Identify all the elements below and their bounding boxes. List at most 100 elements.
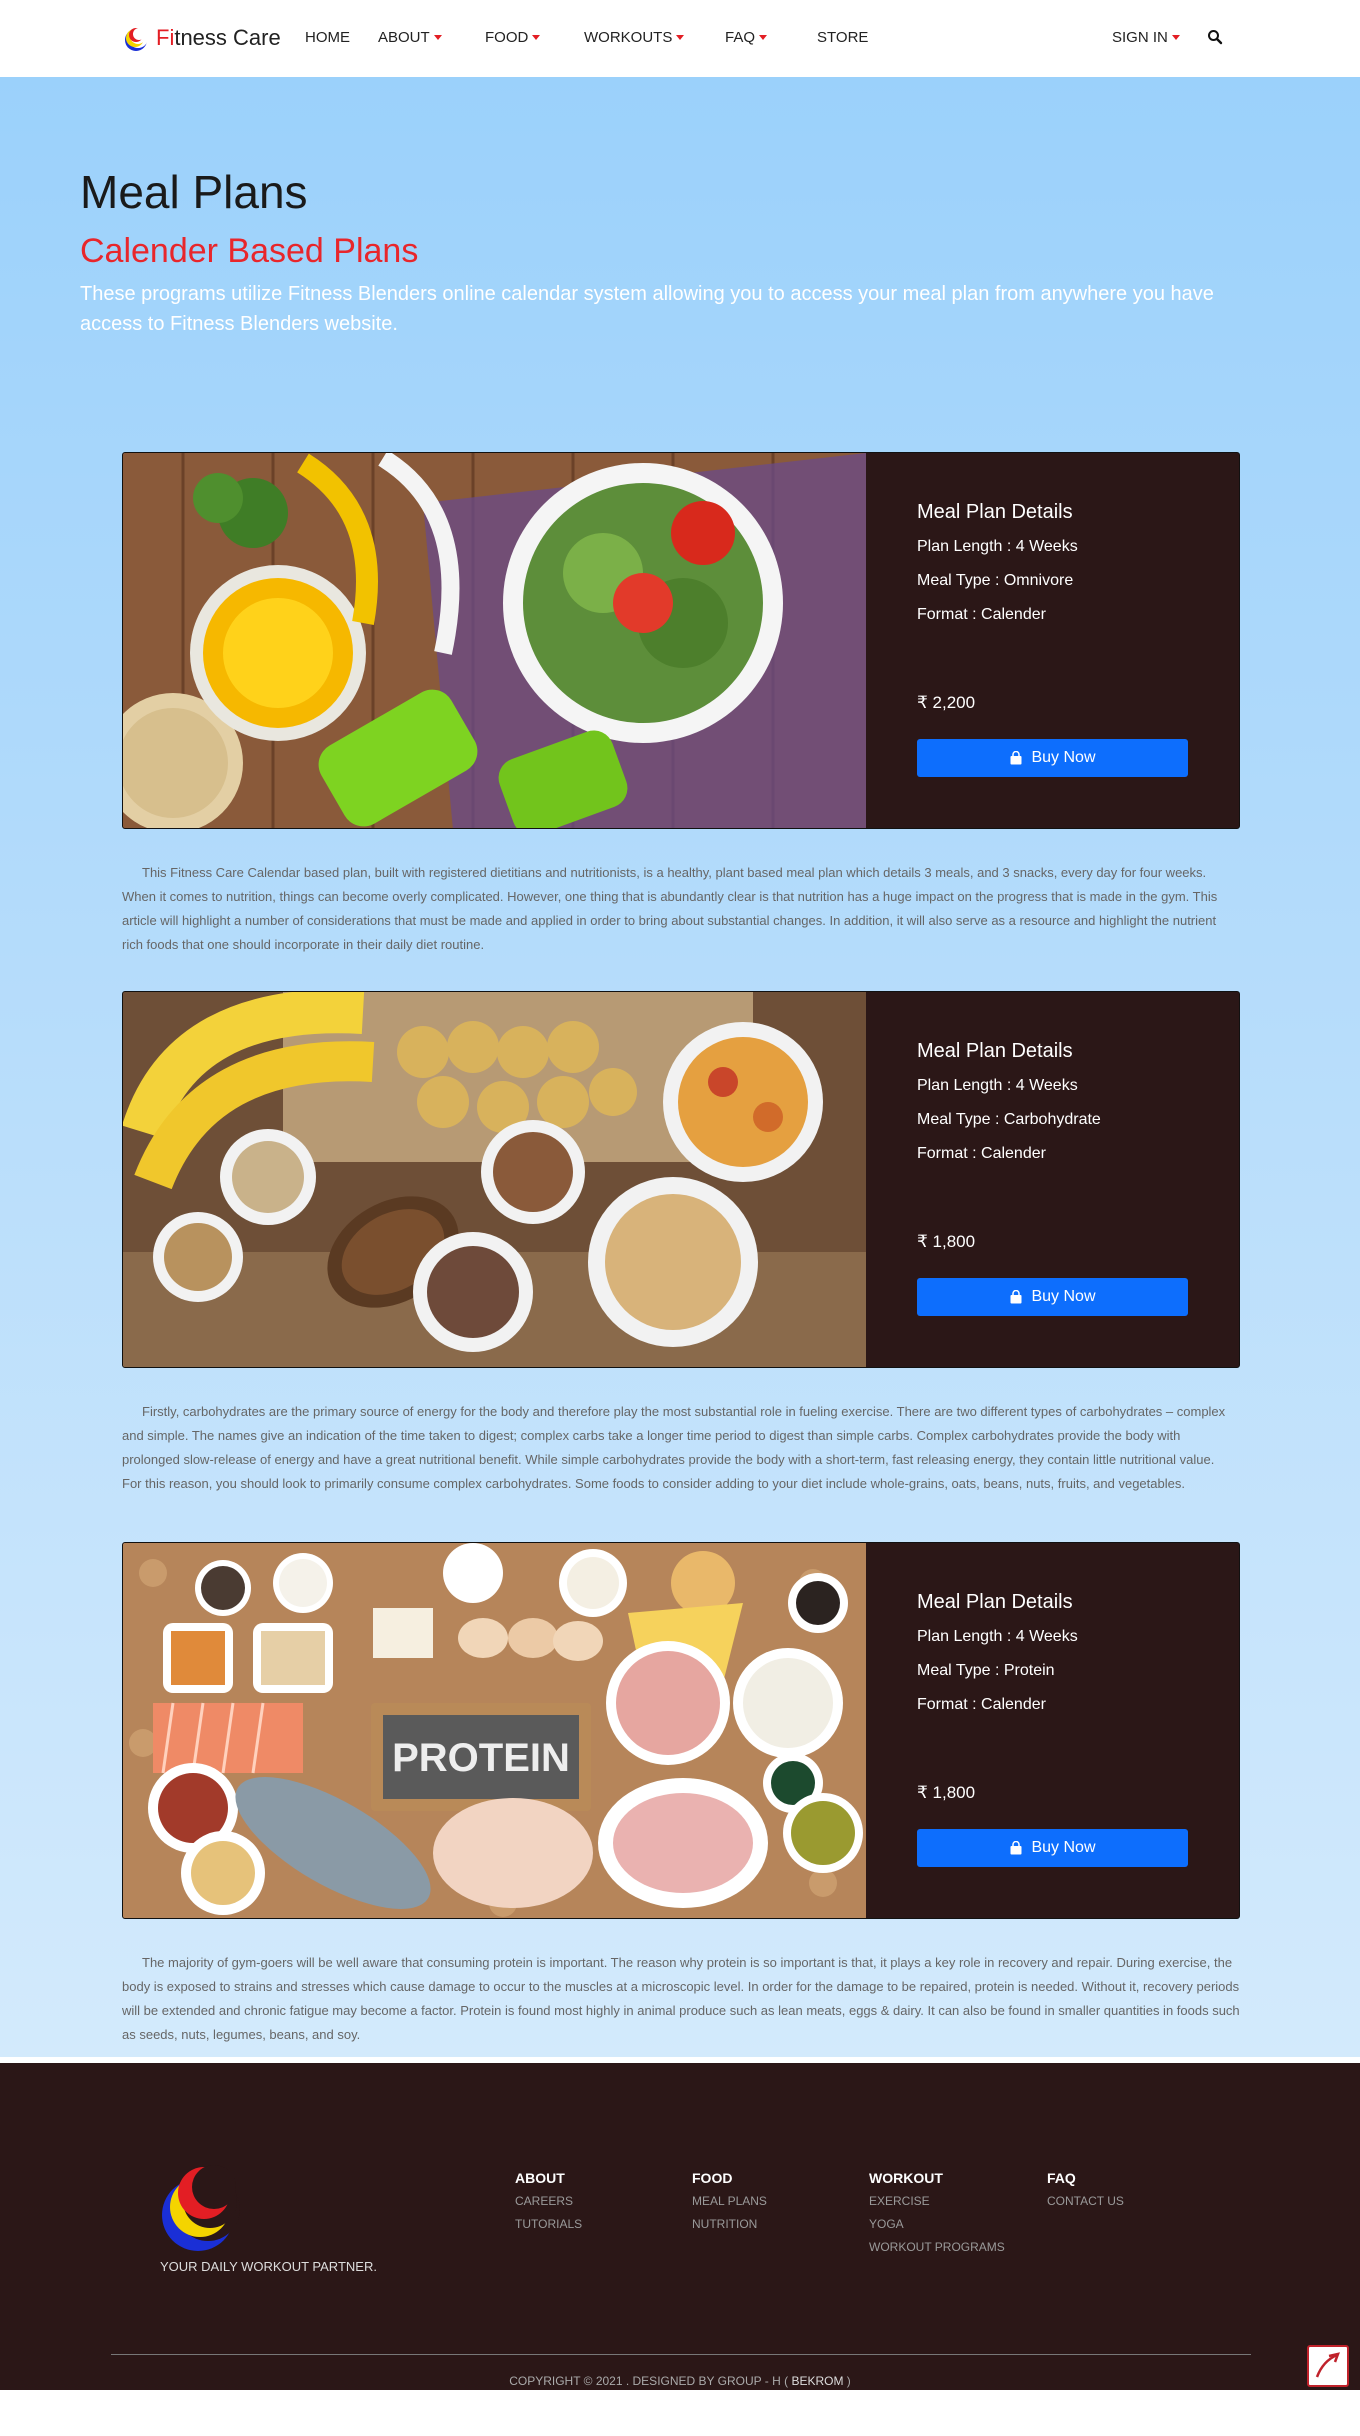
buy-now-button[interactable]: Buy Now: [917, 1828, 1188, 1867]
copyright-text: COPYRIGHT © 2021 . DESIGNED BY GROUP - H…: [509, 2373, 792, 2388]
navbar: Fi tness Care HOME ABOUT FOOD WORKOUTS FA…: [0, 0, 1360, 77]
meal-type: Meal Type : Protein: [917, 1661, 1055, 1679]
plan-format: Format : Calender: [917, 1144, 1046, 1162]
nav-faq-label: FAQ: [725, 29, 756, 46]
plan-description: The majority of gym-goers will be well a…: [122, 1951, 1240, 2047]
description-paragraph: Firstly, carbohydrates are the primary s…: [122, 1403, 1226, 1467]
page-subtitle: Calender Based Plans: [80, 231, 419, 270]
footer: YOUR DAILY WORKOUT PARTNER. ABOUT CAREER…: [0, 2056, 1360, 2390]
footer-link[interactable]: YOGA: [869, 2217, 1005, 2231]
footer-column-faq: FAQ CONTACT US: [1047, 2170, 1124, 2217]
description-paragraph: For this reason, you should look to prim…: [122, 1475, 1185, 1491]
footer-heading[interactable]: FAQ: [1047, 2170, 1124, 2186]
nav-faq[interactable]: FAQ: [725, 29, 768, 46]
footer-link[interactable]: CAREERS: [515, 2194, 582, 2208]
nav-home[interactable]: HOME: [305, 29, 350, 46]
page-title: Meal Plans: [80, 166, 308, 218]
nav-store[interactable]: STORE: [817, 29, 868, 46]
plan-length: Plan Length : 4 Weeks: [917, 1627, 1078, 1645]
rupee-icon: ₹: [917, 692, 933, 712]
brand-name: tness Care: [174, 25, 281, 50]
plan-price: ₹ 1,800: [917, 1783, 975, 1803]
brand-accent: Fi: [156, 25, 175, 50]
nav-sign-in-label: SIGN IN: [1112, 29, 1168, 46]
footer-link[interactable]: CONTACT US: [1047, 2194, 1124, 2208]
footer-column-food: FOOD MEAL PLANS NUTRITION: [692, 2170, 767, 2240]
copyright-end: ): [843, 2373, 851, 2388]
buy-now-label: Buy Now: [1031, 1287, 1096, 1305]
caret-down-icon: [1171, 35, 1180, 40]
caret-down-icon: [433, 35, 442, 40]
plan-image-carbohydrate: [123, 991, 866, 1367]
main-content: Meal Plans Calender Based Plans These pr…: [0, 77, 1360, 2057]
price-value: 1,800: [932, 1782, 976, 1802]
footer-link[interactable]: TUTORIALS: [515, 2217, 582, 2231]
footer-link[interactable]: WORKOUT PROGRAMS: [869, 2240, 1005, 2254]
shopping-bag-icon: [1010, 750, 1022, 765]
nav-workouts-label: WORKOUTS: [584, 29, 673, 46]
plan-description: Firstly, carbohydrates are the primary s…: [122, 1400, 1240, 1496]
brand[interactable]: Fi tness Care: [122, 24, 281, 52]
description-paragraph: The majority of gym-goers will be well a…: [122, 1954, 1240, 2042]
plan-length: Plan Length : 4 Weeks: [917, 537, 1078, 555]
buy-now-button[interactable]: Buy Now: [917, 738, 1188, 777]
footer-column-about: ABOUT CAREERS TUTORIALS: [515, 2170, 582, 2240]
footer-link[interactable]: NUTRITION: [692, 2217, 767, 2231]
copyright-name[interactable]: BEKROM: [791, 2374, 843, 2388]
plan-format: Format : Calender: [917, 1695, 1046, 1713]
footer-heading[interactable]: ABOUT: [515, 2170, 582, 2186]
meal-type: Meal Type : Omnivore: [917, 571, 1074, 589]
copyright: COPYRIGHT © 2021 . DESIGNED BY GROUP - H…: [0, 2374, 1360, 2388]
nav-about[interactable]: ABOUT: [378, 29, 442, 46]
nav-home-label: HOME: [305, 29, 350, 46]
footer-link[interactable]: MEAL PLANS: [692, 2194, 767, 2208]
caret-down-icon: [676, 35, 685, 40]
search-icon[interactable]: [1207, 29, 1223, 45]
nav-food[interactable]: FOOD: [485, 29, 541, 46]
plan-price: ₹ 1,800: [917, 1232, 975, 1252]
plan-image-protein: PROTEIN: [123, 1542, 866, 1918]
plan-details: Meal Plan Details Plan Length : 4 Weeks …: [866, 992, 1239, 1367]
nav-store-label: STORE: [817, 29, 869, 46]
plan-details: Meal Plan Details Plan Length : 4 Weeks …: [866, 453, 1239, 828]
price-value: 2,200: [932, 692, 976, 712]
caret-down-icon: [759, 35, 768, 40]
scroll-to-top-button[interactable]: [1307, 2344, 1349, 2387]
plan-card-omnivore: Meal Plan Details Plan Length : 4 Weeks …: [122, 451, 1240, 829]
shopping-bag-icon: [1010, 1289, 1022, 1304]
nav-about-label: ABOUT: [378, 29, 430, 46]
plan-length: Plan Length : 4 Weeks: [917, 1076, 1078, 1094]
details-title: Meal Plan Details: [917, 1039, 1073, 1062]
logo-icon[interactable]: [160, 2159, 244, 2251]
plan-card-carbohydrate: Meal Plan Details Plan Length : 4 Weeks …: [122, 990, 1240, 1368]
footer-divider: [111, 2353, 1251, 2355]
buy-now-label: Buy Now: [1031, 748, 1096, 766]
footer-heading[interactable]: FOOD: [692, 2170, 767, 2186]
details-title: Meal Plan Details: [917, 1590, 1073, 1613]
price-value: 1,800: [932, 1231, 976, 1251]
logo-icon: [125, 28, 148, 51]
description-paragraph: This Fitness Care Calendar based plan, b…: [122, 864, 1218, 952]
plan-format: Format : Calender: [917, 605, 1046, 623]
plan-card-protein: PROTEIN Meal Plan Details Plan Length : …: [122, 1541, 1240, 1919]
footer-tagline: YOUR DAILY WORKOUT PARTNER.: [160, 2258, 377, 2274]
shopping-bag-icon: [1010, 1840, 1022, 1855]
footer-heading[interactable]: WORKOUT: [869, 2170, 1005, 2186]
plan-image-omnivore: [123, 452, 866, 828]
protein-sign-text: PROTEIN: [392, 1736, 570, 1780]
nav-food-label: FOOD: [485, 29, 529, 46]
intro-text: These programs utilize Fitness Blenders …: [80, 282, 1214, 335]
buy-now-button[interactable]: Buy Now: [917, 1277, 1188, 1316]
rupee-icon: ₹: [917, 1782, 933, 1802]
rupee-icon: ₹: [917, 1231, 933, 1251]
nav-workouts[interactable]: WORKOUTS: [584, 29, 685, 46]
plan-description: This Fitness Care Calendar based plan, b…: [122, 861, 1240, 957]
nav-sign-in[interactable]: SIGN IN: [1112, 29, 1180, 46]
footer-link[interactable]: EXERCISE: [869, 2194, 1005, 2208]
meal-type: Meal Type : Carbohydrate: [917, 1110, 1101, 1128]
arrow-up-icon: [1315, 2351, 1340, 2378]
plan-details: Meal Plan Details Plan Length : 4 Weeks …: [866, 1543, 1239, 1918]
details-title: Meal Plan Details: [917, 500, 1073, 523]
buy-now-label: Buy Now: [1031, 1838, 1096, 1856]
caret-down-icon: [532, 35, 541, 40]
